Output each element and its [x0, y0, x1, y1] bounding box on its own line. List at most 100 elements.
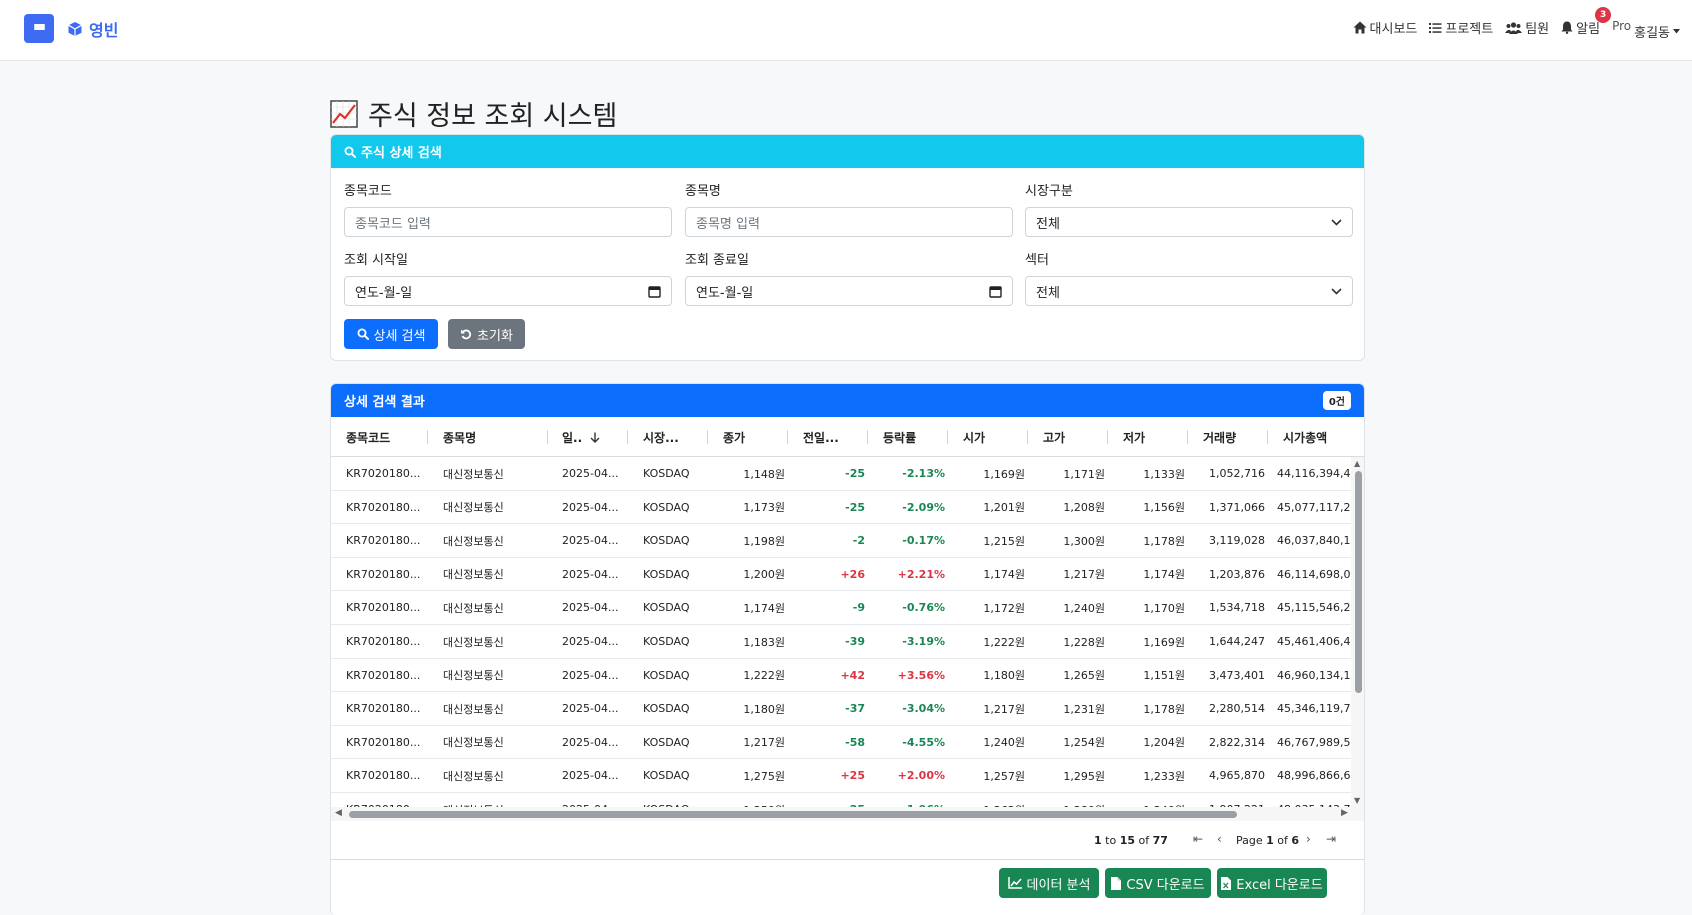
col-header-open[interactable]: 시가: [963, 417, 985, 457]
cell-close: 1,174원: [743, 601, 785, 615]
table-row[interactable]: KR7020180... 대신정보통신 2025-04... KOSDAQ 1,198원…: [331, 524, 1351, 558]
next-page-icon[interactable]: ›: [1306, 832, 1311, 846]
column-separator[interactable]: [947, 430, 948, 444]
cell-name: 대신정보통신: [443, 568, 504, 582]
column-separator[interactable]: [547, 430, 548, 444]
cell-volume: 4,965,870: [1209, 769, 1265, 783]
scroll-left-arrow-icon[interactable]: ◀: [335, 808, 342, 818]
search-card-title: 주식 상세 검색: [361, 146, 442, 161]
sector-select[interactable]: 전체: [1025, 276, 1353, 306]
cell-market: KOSDAQ: [643, 567, 690, 581]
cell-low: 1,178원: [1143, 534, 1185, 548]
col-header-marketcap[interactable]: 시가총액: [1283, 417, 1327, 457]
col-header-change[interactable]: 전일...: [803, 417, 839, 457]
cell-code: KR7020180...: [346, 793, 426, 807]
column-separator[interactable]: [867, 430, 868, 444]
column-separator[interactable]: [1107, 430, 1108, 444]
cell-change: -25: [845, 467, 865, 480]
reset-button[interactable]: 초기화: [448, 319, 525, 349]
col-header-date[interactable]: 일..: [562, 417, 600, 457]
col-header-close[interactable]: 종가: [723, 417, 745, 457]
col-header-volume[interactable]: 거래량: [1203, 417, 1236, 457]
end-date-input[interactable]: 연도-월-일: [685, 276, 1013, 306]
code-input[interactable]: 종목코드 입력: [344, 207, 672, 237]
horizontal-scrollbar[interactable]: ◀ ▶: [331, 807, 1364, 821]
cell-date: 2025-04...: [562, 467, 619, 480]
table-row[interactable]: KR7020180... 대신정보통신 2025-04... KOSDAQ 1,183원…: [331, 625, 1351, 659]
search-card-header: 주식 상세 검색: [331, 135, 1364, 168]
cell-market: KOSDAQ: [643, 735, 690, 749]
nav-item-dashboard[interactable]: 대시보드: [1353, 18, 1417, 37]
nav-menu: 대시보드 프로젝트 팀원 알림 3 Pro 홍길동: [1353, 7, 1680, 41]
start-date-input[interactable]: 연도-월-일: [344, 276, 672, 306]
prev-page-icon[interactable]: ‹: [1217, 832, 1222, 846]
page-title: 주식 정보 조회 시스템: [330, 94, 617, 133]
search-card: 주식 상세 검색 종목코드 종목코드 입력 종목명 종목명 입력 시장구분 전체…: [330, 134, 1365, 361]
horizontal-scroll-thumb[interactable]: [349, 811, 1237, 818]
excel-download-button[interactable]: Excel 다운로드: [1217, 868, 1327, 898]
brand-link[interactable]: 영빈: [67, 17, 118, 41]
market-select[interactable]: 전체: [1025, 207, 1353, 237]
detail-search-button[interactable]: 상세 검색: [344, 319, 438, 349]
col-header-low[interactable]: 저가: [1123, 417, 1145, 457]
cell-high: 1,265원: [1063, 669, 1105, 683]
col-header-name[interactable]: 종목명: [443, 417, 476, 457]
vertical-scrollbar[interactable]: ▲ ▼: [1351, 457, 1364, 807]
cell-market: KOSDAQ: [643, 534, 690, 548]
csv-download-label: CSV 다운로드: [1126, 877, 1205, 893]
table-row[interactable]: KR7020180... 대신정보통신 2025-04... KOSDAQ 1,180원…: [331, 692, 1351, 726]
table-row[interactable]: KR7020180... 대신정보통신 2025-04... KOSDAQ 1,250원…: [331, 793, 1351, 807]
column-separator[interactable]: [1267, 430, 1268, 444]
data-analysis-button[interactable]: 데이터 분석: [999, 868, 1099, 898]
col-header-text: 시가: [963, 430, 986, 445]
table-row[interactable]: KR7020180... 대신정보통신 2025-04... KOSDAQ 1,174원…: [331, 591, 1351, 625]
sector-value: 전체: [1036, 285, 1060, 301]
column-separator[interactable]: [707, 430, 708, 444]
nav-item-projects[interactable]: 프로젝트: [1429, 18, 1493, 37]
table-row[interactable]: KR7020180... 대신정보통신 2025-04... KOSDAQ 1,222원…: [331, 659, 1351, 693]
results-grid: 종목코드 종목명 일.. 시장... 종가 전일... 등락률 시가 고가 저가…: [331, 417, 1364, 860]
cell-market: KOSDAQ: [643, 702, 690, 716]
scroll-up-arrow-icon[interactable]: ▲: [1354, 459, 1360, 468]
menu-toggle-button[interactable]: [24, 14, 54, 43]
column-separator[interactable]: [1027, 430, 1028, 444]
last-page-icon[interactable]: ⇥: [1326, 832, 1336, 846]
nav-item-notifications[interactable]: 알림 3: [1561, 7, 1612, 37]
col-header-text: 시가총액: [1283, 430, 1328, 445]
nav-item-team[interactable]: 팀원: [1505, 18, 1549, 37]
table-row[interactable]: KR7020180... 대신정보통신 2025-04... KOSDAQ 1,275원…: [331, 759, 1351, 793]
file-excel-icon: [1221, 876, 1232, 890]
col-header-high[interactable]: 고가: [1043, 417, 1065, 457]
grid-body: KR7020180... 대신정보통신 2025-04... KOSDAQ 1,148원…: [331, 457, 1351, 807]
name-input[interactable]: 종목명 입력: [685, 207, 1013, 237]
col-header-market[interactable]: 시장...: [643, 417, 679, 457]
table-row[interactable]: KR7020180... 대신정보통신 2025-04... KOSDAQ 1,173원…: [331, 491, 1351, 525]
cell-rate: -2.13%: [902, 467, 945, 480]
col-header-rate[interactable]: 등락률: [883, 417, 916, 457]
notification-count-badge: 3: [1595, 7, 1612, 23]
cell-code: KR7020180...: [346, 567, 421, 581]
brand-name: 영빈: [89, 21, 119, 40]
cell-market: KOSDAQ: [643, 769, 690, 783]
col-header-code[interactable]: 종목코드: [346, 417, 390, 457]
scroll-right-arrow-icon[interactable]: ▶: [1341, 808, 1348, 818]
csv-download-button[interactable]: CSV 다운로드: [1105, 868, 1211, 898]
vertical-scroll-thumb[interactable]: [1355, 471, 1362, 693]
row-total: 77: [1152, 834, 1168, 847]
first-page-icon[interactable]: ⇤: [1193, 832, 1203, 846]
column-separator[interactable]: [1187, 430, 1188, 444]
start-date-value: 연도-월-일: [355, 285, 413, 301]
cell-high: 1,254원: [1063, 736, 1105, 750]
column-separator[interactable]: [427, 430, 428, 444]
user-menu[interactable]: Pro 홍길동: [1612, 14, 1680, 41]
cell-date: 2025-04...: [562, 793, 624, 807]
table-row[interactable]: KR7020180... 대신정보통신 2025-04... KOSDAQ 1,200원…: [331, 558, 1351, 592]
cell-marketcap: 45,461,406,4: [1277, 635, 1351, 648]
cell-volume: 1,371,066: [1209, 500, 1265, 514]
cell-high: 1,228원: [1063, 635, 1105, 649]
column-separator[interactable]: [787, 430, 788, 444]
column-separator[interactable]: [627, 430, 628, 444]
table-row[interactable]: KR7020180... 대신정보통신 2025-04... KOSDAQ 1,148원…: [331, 457, 1351, 491]
table-row[interactable]: KR7020180... 대신정보통신 2025-04... KOSDAQ 1,217원…: [331, 726, 1351, 760]
scroll-down-arrow-icon[interactable]: ▼: [1354, 796, 1360, 805]
